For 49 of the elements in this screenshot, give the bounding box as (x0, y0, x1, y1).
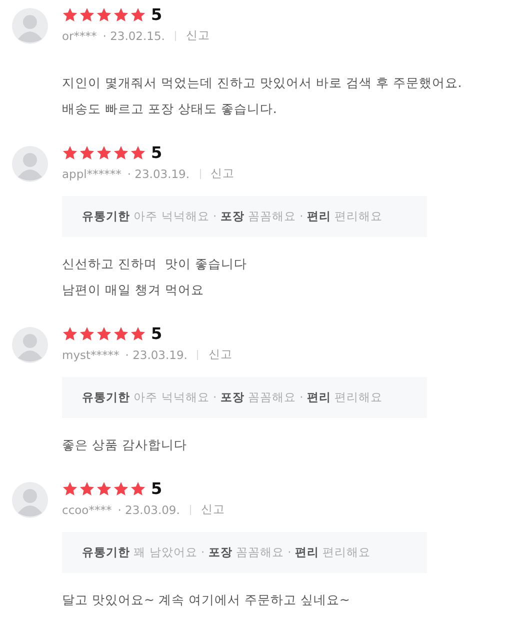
star-icon (79, 326, 95, 342)
avatar-icon (12, 146, 48, 182)
star-icon (96, 326, 112, 342)
avatar-icon (12, 327, 48, 363)
review-date: · 23.03.19. (127, 166, 190, 180)
star-icon (79, 7, 95, 23)
star-icon (62, 145, 78, 161)
star-icon (62, 7, 78, 23)
report-link[interactable]: 신고 (200, 502, 225, 517)
avatar-icon (12, 482, 48, 518)
star-icon (113, 145, 129, 161)
star-icon (113, 481, 129, 497)
star-icon (79, 145, 95, 161)
review-text: 좋은 상품 감사합니다 (62, 436, 188, 454)
report-link[interactable]: 신고 (186, 28, 210, 43)
star-icon (113, 326, 129, 342)
review-text: 남편이 매일 챙겨 먹어요 (62, 281, 205, 299)
star-icon (62, 326, 78, 342)
avatar-icon (12, 8, 48, 44)
review-date: · 23.02.15. (102, 28, 165, 42)
star-icon (130, 481, 146, 497)
star-icon (130, 326, 146, 342)
star-icon (62, 481, 78, 497)
star-icon (96, 145, 112, 161)
star-icon (130, 145, 146, 161)
rating-score: 5 (151, 325, 162, 343)
star-icon (113, 7, 129, 23)
review-date: · 23.03.09. (118, 502, 180, 516)
tag-summary: 유통기한 아주 넉넉해요 · 포장 꼼꼼해요 · 편리 편리해요 (62, 196, 427, 237)
review-text: 지인이 몇개줘서 먹었는데 진하고 맛있어서 바로 검색 후 주문했어요. (62, 74, 463, 92)
report-link[interactable]: 신고 (208, 347, 232, 362)
user-name: or**** (62, 28, 97, 42)
tag-summary: 유통기한 아주 넉넉해요 · 포장 꼼꼼해요 · 편리 편리해요 (62, 377, 427, 418)
report-link[interactable]: 신고 (210, 166, 235, 181)
star-icon (96, 7, 112, 23)
user-name: myst***** (62, 348, 120, 362)
review-text: 신선하고 진하며 맛이 좋습니다 (62, 255, 248, 273)
star-icon (130, 7, 146, 23)
user-name: appl****** (62, 166, 122, 180)
review-date: · 23.03.19. (125, 348, 188, 362)
rating-score: 5 (151, 6, 162, 24)
review-text: 달고 맛있어요~ 계속 여기에서 주문하고 싶네요~ (62, 591, 351, 609)
tag-summary: 유통기한 꽤 남았어요 · 포장 꼼꼼해요 · 편리 편리해요 (62, 532, 427, 573)
user-name: ccoo**** (62, 502, 112, 516)
rating-score: 5 (151, 144, 162, 162)
star-icon (96, 481, 112, 497)
rating-score: 5 (151, 480, 162, 498)
star-icon (79, 481, 95, 497)
review-text: 배송도 빠르고 포장 상태도 좋습니다. (62, 100, 278, 118)
